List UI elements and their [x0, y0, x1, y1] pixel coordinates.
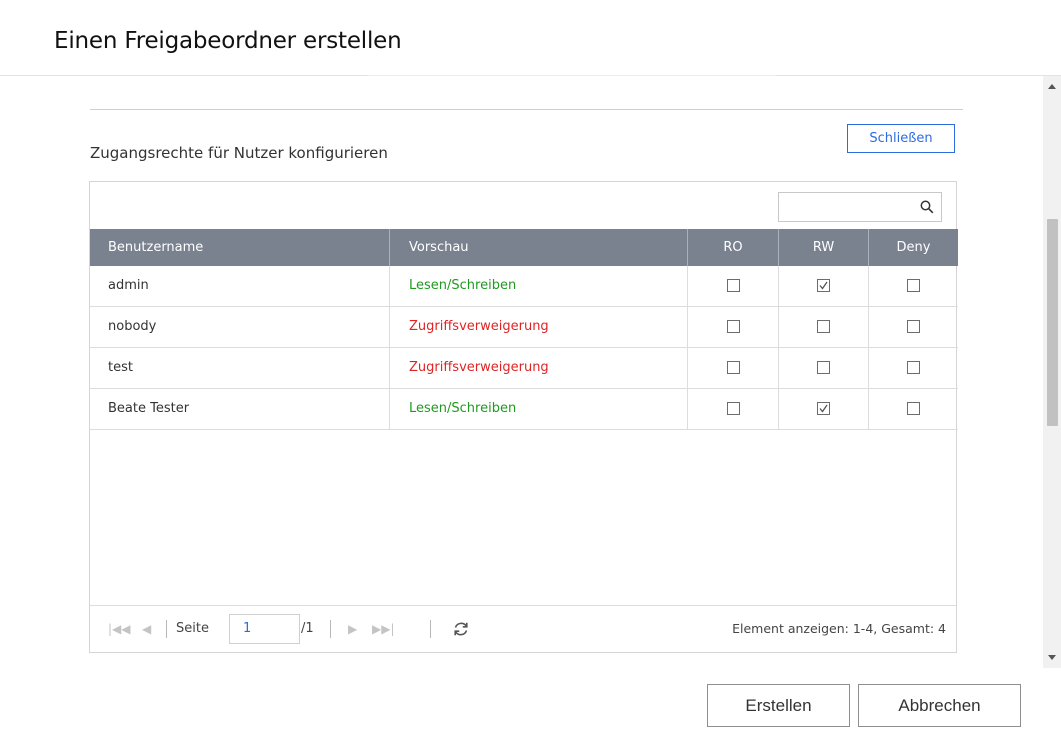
column-header-rw[interactable]: RW — [779, 229, 869, 266]
deny-checkbox[interactable] — [907, 402, 920, 415]
table-body: admin Lesen/Schreiben nobody Zugriffsverwei… — [90, 266, 958, 430]
section-divider — [90, 109, 963, 110]
page-label: Seite — [176, 621, 209, 636]
search-input[interactable] — [783, 197, 912, 219]
column-header-preview[interactable]: Vorschau — [390, 229, 688, 266]
dialog-footer: Erstellen Abbrechen — [0, 668, 1061, 749]
cell-rw — [779, 348, 869, 388]
cell-rw — [779, 389, 869, 429]
table-row[interactable]: test Zugriffsverweigerung — [90, 348, 958, 389]
close-button[interactable]: Schließen — [847, 124, 955, 153]
column-header-ro[interactable]: RO — [688, 229, 779, 266]
deny-checkbox[interactable] — [907, 320, 920, 333]
table-row[interactable]: admin Lesen/Schreiben — [90, 266, 958, 307]
cell-deny — [869, 389, 958, 429]
table-header: Benutzername Vorschau RO RW Deny — [90, 229, 958, 266]
scroll-up-arrow-icon[interactable] — [1048, 84, 1056, 89]
cell-rw — [779, 307, 869, 347]
pager-separator — [166, 620, 167, 638]
scrollbar-thumb[interactable] — [1047, 219, 1058, 426]
dialog-content: Zugangsrechte für Nutzer konfigurieren S… — [0, 76, 1043, 668]
cell-ro — [688, 389, 779, 429]
last-page-icon[interactable]: ▶▶| — [372, 621, 395, 637]
cell-rw — [779, 266, 869, 306]
cell-username: test — [90, 348, 390, 388]
page-number-input[interactable]: 1 — [229, 614, 300, 644]
table-row[interactable]: Beate Tester Lesen/Schreiben — [90, 389, 958, 430]
scroll-down-arrow-icon[interactable] — [1048, 655, 1056, 660]
first-page-icon[interactable]: |◀◀ — [108, 621, 131, 637]
prev-page-icon[interactable]: ◀ — [142, 621, 151, 637]
ro-checkbox[interactable] — [726, 279, 740, 292]
rw-checkbox[interactable] — [817, 320, 830, 333]
column-header-deny[interactable]: Deny — [869, 229, 958, 266]
vertical-scrollbar[interactable] — [1043, 76, 1061, 668]
cell-ro — [688, 348, 779, 388]
rw-checkbox[interactable] — [817, 279, 830, 292]
section-label: Zugangsrechte für Nutzer konfigurieren — [90, 144, 388, 162]
cell-preview: Lesen/Schreiben — [390, 389, 688, 429]
cancel-button[interactable]: Abbrechen — [858, 684, 1021, 727]
ro-checkbox[interactable] — [726, 402, 740, 415]
cell-ro — [688, 307, 779, 347]
permissions-panel: Benutzername Vorschau RO RW Deny admin Le… — [89, 181, 958, 653]
cell-username: nobody — [90, 307, 390, 347]
cell-preview: Zugriffsverweigerung — [390, 307, 688, 347]
cell-preview: Zugriffsverweigerung — [390, 348, 688, 388]
cell-deny — [869, 307, 958, 347]
permissions-table: Benutzername Vorschau RO RW Deny admin Le… — [90, 229, 958, 430]
cell-deny — [869, 266, 958, 306]
ro-checkbox[interactable] — [726, 320, 740, 333]
search-box[interactable] — [778, 192, 942, 222]
pagination-bar: |◀◀ ◀ Seite 1 /1 ▶ ▶▶| Element anzeigen:… — [90, 605, 956, 653]
refresh-icon[interactable] — [452, 620, 470, 638]
pager-separator — [430, 620, 431, 638]
pager-separator — [330, 620, 331, 638]
ro-checkbox[interactable] — [726, 361, 740, 374]
items-summary: Element anzeigen: 1-4, Gesamt: 4 — [732, 621, 946, 636]
dialog-title: Einen Freigabeordner erstellen — [54, 28, 402, 54]
cell-username: admin — [90, 266, 390, 306]
cell-username: Beate Tester — [90, 389, 390, 429]
search-icon[interactable] — [920, 200, 934, 214]
column-header-username[interactable]: Benutzername — [90, 229, 390, 266]
dialog-header: Einen Freigabeordner erstellen — [0, 0, 1061, 76]
page-total: /1 — [301, 621, 314, 636]
deny-checkbox[interactable] — [907, 279, 920, 292]
rw-checkbox[interactable] — [817, 402, 830, 415]
cell-deny — [869, 348, 958, 388]
rw-checkbox[interactable] — [817, 361, 830, 374]
table-row[interactable]: nobody Zugriffsverweigerung — [90, 307, 958, 348]
cell-ro — [688, 266, 779, 306]
cell-preview: Lesen/Schreiben — [390, 266, 688, 306]
next-page-icon[interactable]: ▶ — [348, 621, 357, 637]
create-button[interactable]: Erstellen — [707, 684, 850, 727]
deny-checkbox[interactable] — [907, 361, 920, 374]
